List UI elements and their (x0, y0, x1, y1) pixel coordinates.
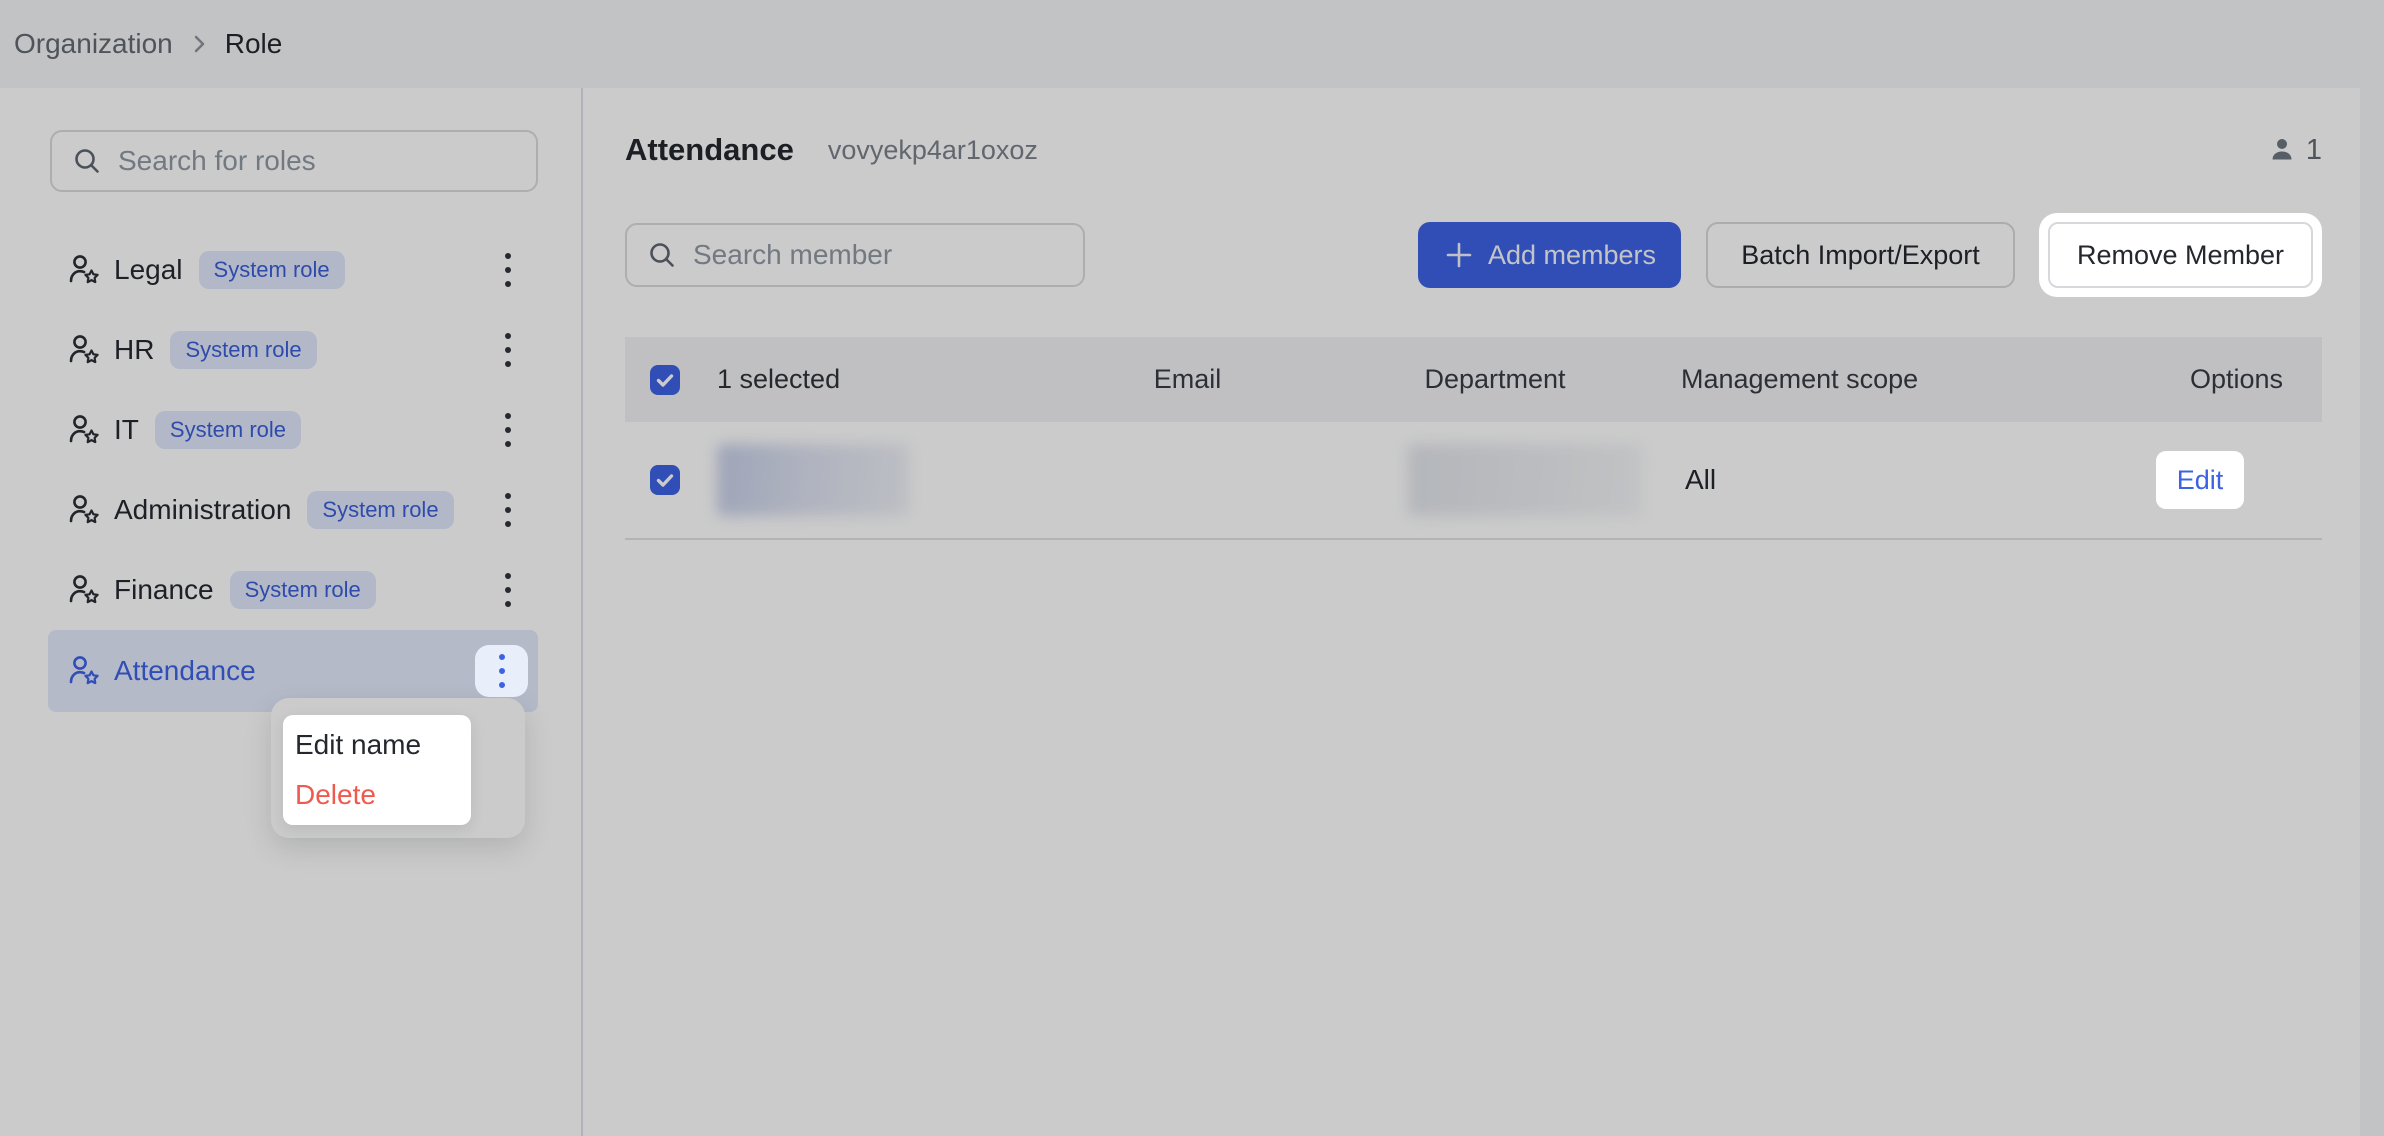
search-icon (72, 146, 102, 176)
role-context-menu-items: Edit name Delete (283, 715, 471, 825)
menu-item-edit-name[interactable]: Edit name (283, 720, 471, 770)
add-members-button[interactable]: Add members (1418, 222, 1681, 288)
role-list: Legal System role HR System role IT Syst… (48, 230, 538, 712)
person-star-icon (66, 252, 102, 288)
plus-icon (1443, 239, 1475, 271)
person-star-icon (66, 412, 102, 448)
role-search-box (50, 130, 538, 192)
search-icon (647, 240, 677, 270)
batch-import-export-button[interactable]: Batch Import/Export (1706, 222, 2015, 288)
members-table-header: 1 selected Email Department Management s… (625, 337, 2322, 422)
role-name: Attendance (114, 655, 256, 687)
column-header-management-scope: Management scope (1665, 364, 2075, 395)
role-name: Legal (114, 254, 183, 286)
kebab-menu-icon[interactable] (488, 560, 528, 620)
selected-count-label: 1 selected (717, 364, 1050, 395)
system-role-badge: System role (170, 331, 316, 369)
member-toolbar: Add members Batch Import/Export Remove M… (625, 213, 2322, 297)
person-star-icon (66, 332, 102, 368)
person-star-icon (66, 492, 102, 528)
system-role-badge: System role (307, 491, 453, 529)
menu-item-delete[interactable]: Delete (283, 770, 471, 820)
role-item-legal[interactable]: Legal System role (48, 230, 538, 310)
role-context-menu: Edit name Delete (271, 698, 525, 838)
member-table-row: All Edit (625, 422, 2322, 540)
role-item-administration[interactable]: Administration System role (48, 470, 538, 550)
column-header-options: Options (2075, 364, 2322, 395)
kebab-menu-icon[interactable] (488, 480, 528, 540)
role-item-hr[interactable]: HR System role (48, 310, 538, 390)
roles-sidebar: Legal System role HR System role IT Syst… (0, 88, 583, 1136)
role-name: Administration (114, 494, 291, 526)
column-header-email: Email (1050, 364, 1325, 395)
kebab-menu-icon[interactable] (488, 320, 528, 380)
role-name: Finance (114, 574, 214, 606)
breadcrumb: Organization Role (0, 0, 2384, 88)
member-department-cell (1325, 444, 1665, 516)
member-count: 1 (2268, 134, 2322, 167)
system-role-badge: System role (199, 251, 345, 289)
redacted-department (1408, 444, 1642, 516)
member-search-input[interactable] (693, 239, 1063, 271)
kebab-menu-button-active[interactable] (475, 645, 528, 697)
system-role-badge: System role (230, 571, 376, 609)
role-name: HR (114, 334, 154, 366)
role-search-input[interactable] (118, 145, 516, 177)
checkmark-icon (650, 365, 680, 395)
select-all-checkbox[interactable] (650, 365, 680, 395)
role-item-finance[interactable]: Finance System role (48, 550, 538, 630)
add-members-label: Add members (1488, 240, 1656, 271)
row-checkbox[interactable] (650, 465, 680, 495)
checkmark-icon (650, 465, 680, 495)
breadcrumb-item-organization[interactable]: Organization (14, 28, 173, 60)
role-detail-header: Attendance vovyekp4ar1oxoz 1 (625, 124, 2322, 176)
person-star-icon (66, 572, 102, 608)
member-count-value: 1 (2306, 134, 2322, 167)
member-search-box (625, 223, 1085, 287)
edit-member-button[interactable]: Edit (2156, 451, 2244, 509)
redacted-member-name (717, 444, 909, 516)
column-header-department: Department (1325, 364, 1665, 395)
system-role-badge: System role (155, 411, 301, 449)
management-scope-value: All (1665, 464, 2075, 496)
role-name: IT (114, 414, 139, 446)
role-item-it[interactable]: IT System role (48, 390, 538, 470)
chevron-right-icon (187, 32, 211, 56)
person-star-icon (66, 653, 102, 689)
role-page-card: Legal System role HR System role IT Syst… (0, 88, 2360, 1136)
kebab-menu-icon[interactable] (488, 400, 528, 460)
person-icon (2268, 136, 2296, 164)
remove-member-highlight: Remove Member (2039, 213, 2322, 297)
members-table: 1 selected Email Department Management s… (625, 337, 2322, 540)
remove-member-button[interactable]: Remove Member (2048, 222, 2313, 288)
role-detail-panel: Attendance vovyekp4ar1oxoz 1 Add me (583, 88, 2360, 1136)
role-id: vovyekp4ar1oxoz (828, 135, 1038, 166)
breadcrumb-item-role: Role (225, 28, 283, 60)
page-title: Attendance (625, 132, 794, 168)
member-name-cell (717, 444, 1050, 516)
kebab-menu-icon[interactable] (488, 240, 528, 300)
